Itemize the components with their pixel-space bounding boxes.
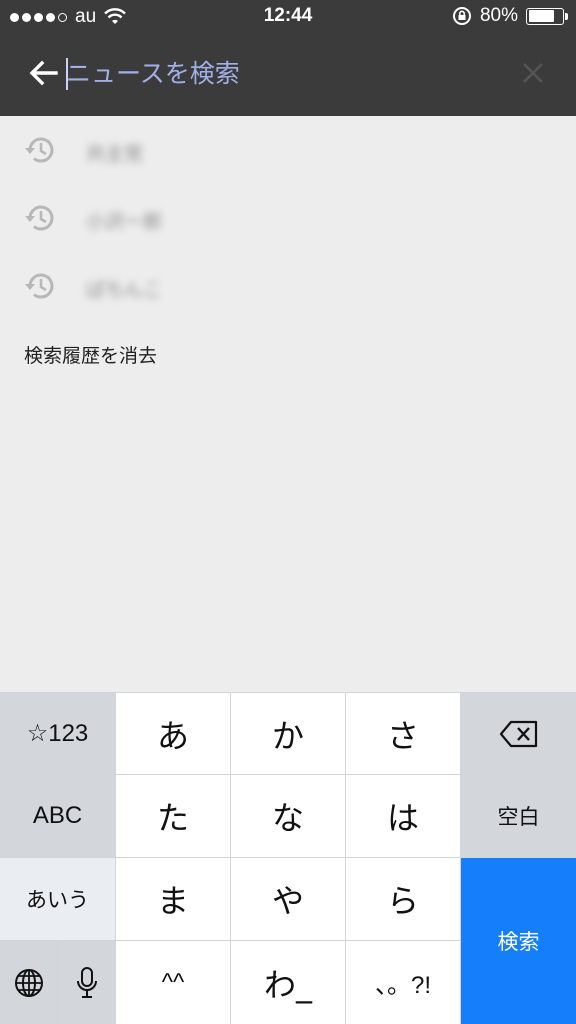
kana-key-na[interactable]: な [231,775,345,857]
history-item[interactable]: 小沢一郎 [0,185,576,253]
history-icon [25,273,54,299]
symbols-key[interactable]: ☆123 [0,693,115,774]
microphone-icon [76,966,97,998]
text-cursor [66,58,68,90]
search-header: ニュースを検索 [0,32,576,116]
history-item[interactable]: 共主党 [0,117,576,185]
kana-mode-key[interactable]: あいう [0,858,115,940]
globe-icon [14,968,43,997]
kana-key-ka[interactable]: か [231,693,345,774]
kana-key-ha[interactable]: は [346,775,460,857]
orientation-lock-icon [452,7,471,25]
kana-key-sa[interactable]: さ [346,693,460,774]
space-key[interactable]: 空白 [461,775,576,857]
history-item[interactable]: ぱちんこ [0,253,576,321]
punctuation-key[interactable]: 、。?! [346,941,460,1024]
clear-search-icon[interactable] [518,58,548,88]
delete-backward-icon [499,720,537,747]
kana-key-ra[interactable]: ら [346,858,460,940]
abc-mode-key[interactable]: ABC [0,775,115,857]
history-item-label: ぱちんこ [86,279,163,301]
kana-key-a[interactable]: あ [116,693,230,774]
japanese-keyboard: ☆123 あ か さ ABC た な は 空白 あいう ま や ら 検索 ^^ … [0,692,576,1024]
kana-key-ma[interactable]: ま [116,858,230,940]
history-icon [25,137,54,163]
back-arrow-icon[interactable] [26,56,60,90]
battery-icon [526,7,568,25]
kana-key-ta[interactable]: た [116,775,230,857]
microphone-key[interactable] [58,941,115,1024]
search-input[interactable]: ニュースを検索 [66,52,496,96]
history-item-label: 小沢一郎 [86,211,163,233]
battery-percent: 80% [479,5,518,26]
delete-key[interactable] [461,693,576,774]
dakuten-key[interactable]: ^^ [116,941,230,1024]
history-item-label: 共主党 [86,143,144,165]
kana-key-wa[interactable]: わ_ [231,941,345,1024]
history-icon [25,205,54,231]
status-bar: au 12:44 80% [0,0,576,32]
search-placeholder: ニュースを検索 [66,59,240,88]
kana-key-ya[interactable]: や [231,858,345,940]
globe-key[interactable] [0,941,57,1024]
search-key[interactable]: 検索 [461,858,576,1024]
clear-history-link[interactable]: 検索履歴を消去 [24,341,157,368]
